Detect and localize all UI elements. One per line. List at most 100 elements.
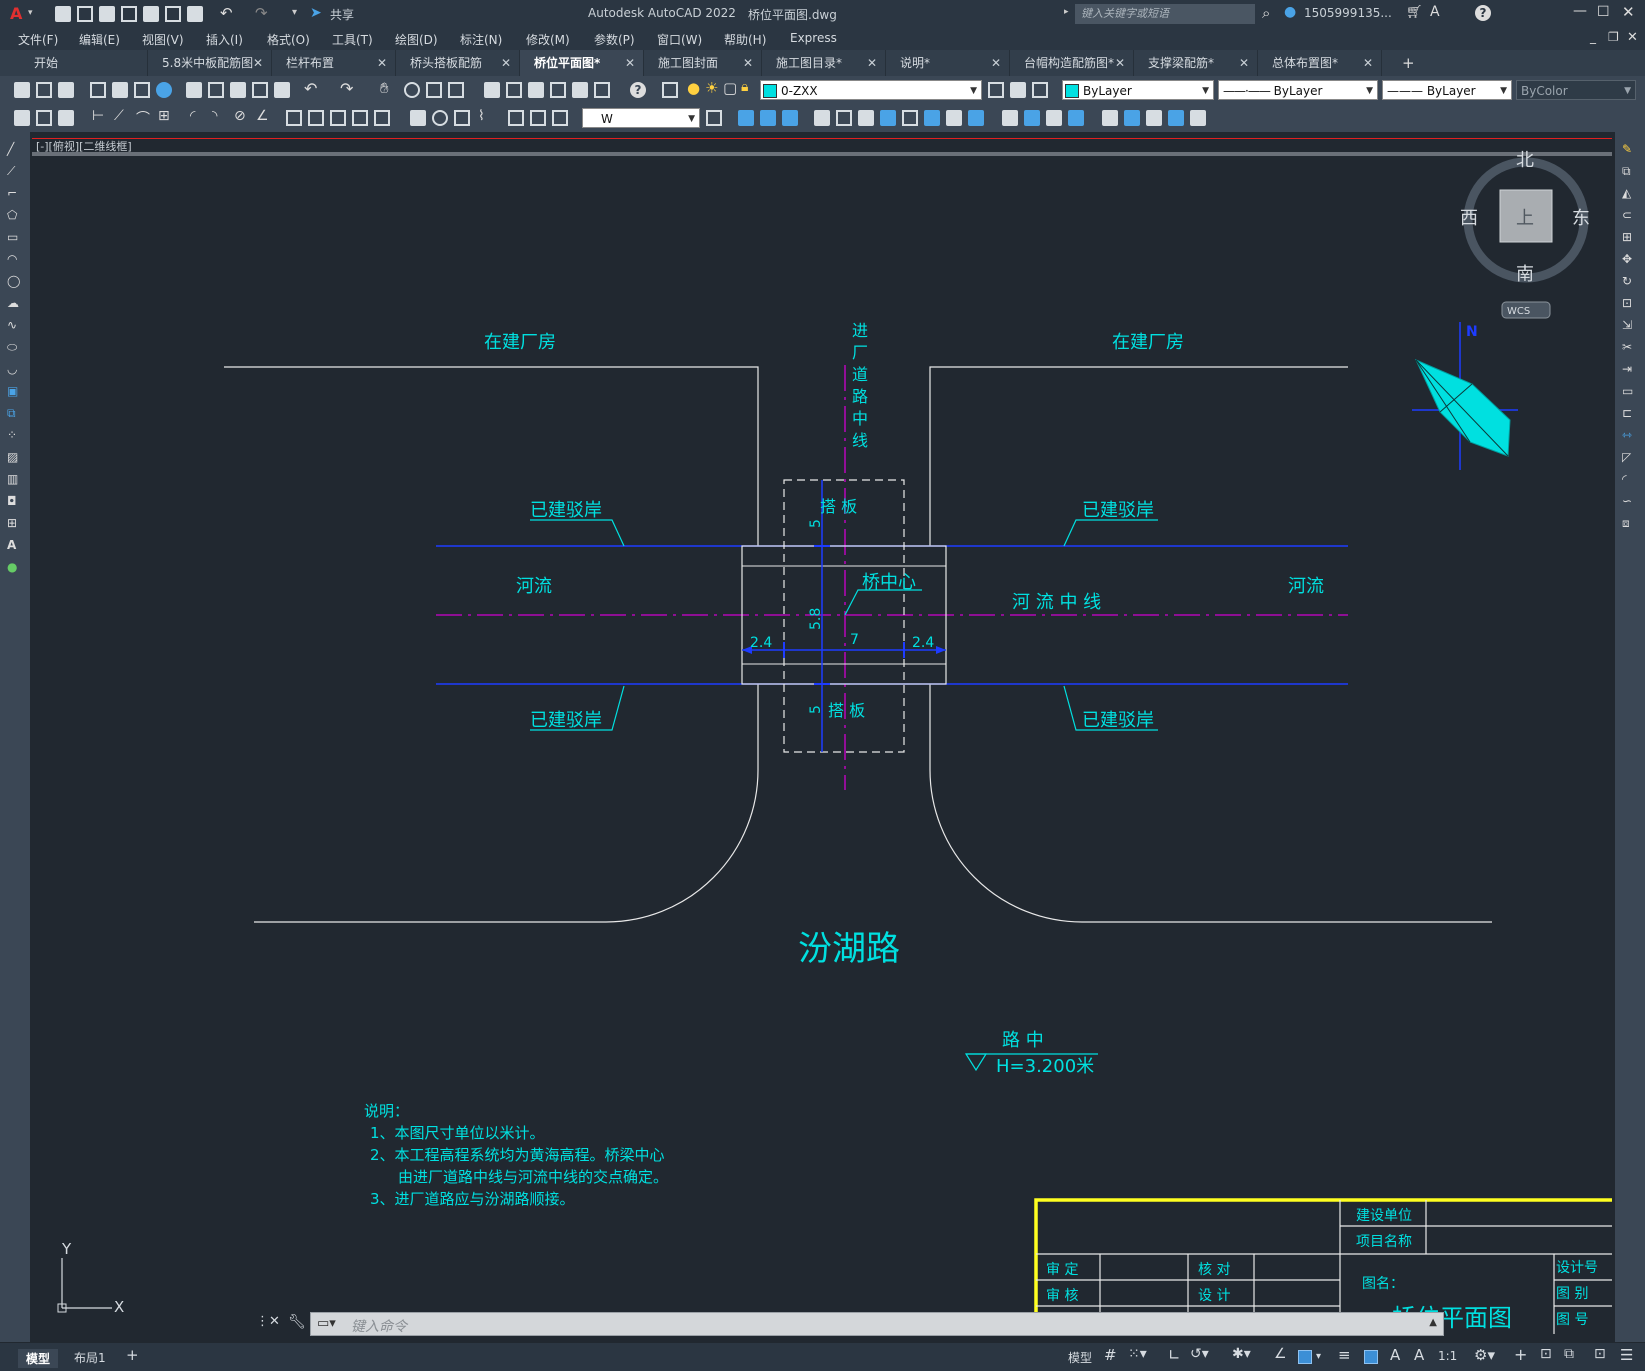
dim-edit-icon[interactable] xyxy=(508,110,524,126)
plot-icon[interactable] xyxy=(187,6,203,22)
grid-icon[interactable]: # xyxy=(1104,1346,1117,1364)
explode-icon[interactable]: ⧈ xyxy=(1622,516,1638,532)
search-input[interactable]: 键入关键字或短语 xyxy=(1075,4,1255,24)
add-layout-plus-icon[interactable]: + xyxy=(126,1346,139,1364)
tab-file[interactable]: 5.8米中板配筋图 ✕ xyxy=(148,50,272,76)
doc-minimize-icon[interactable]: _ xyxy=(1590,30,1596,44)
plotstyle-dropdown[interactable]: ByColor ▼ xyxy=(1516,80,1636,100)
blend-icon[interactable]: ∽ xyxy=(1622,494,1638,510)
extend-icon[interactable] xyxy=(968,110,984,126)
dim-ordinate-icon[interactable]: ⊞ xyxy=(158,108,170,124)
dim-space-icon[interactable] xyxy=(352,110,368,126)
dim-reassociate-icon[interactable] xyxy=(552,110,568,126)
maximize-icon[interactable]: ☐ xyxy=(1597,4,1610,20)
tab-layout1[interactable]: 布局1 xyxy=(74,1349,106,1366)
block-editor-icon[interactable] xyxy=(274,82,290,98)
layer-on-icon[interactable]: ● xyxy=(687,79,700,97)
jogged-linear-icon[interactable]: ⌇ xyxy=(478,108,485,124)
blend-icon[interactable] xyxy=(1102,110,1118,126)
menu-draw[interactable]: 绘图(D) xyxy=(395,31,438,48)
color-dropdown[interactable]: ByLayer ▼ xyxy=(1062,80,1214,100)
mtext-icon[interactable]: A xyxy=(7,538,23,554)
dim-linear-icon[interactable]: ⊢ xyxy=(92,108,104,124)
tab-close-icon[interactable]: ✕ xyxy=(625,50,635,76)
array-icon[interactable]: ⊞ xyxy=(1622,230,1638,246)
revcloud-icon[interactable]: ☁︎ xyxy=(7,296,23,312)
dim-arc-icon[interactable]: ⌒ xyxy=(136,108,150,128)
dim-jogged-icon[interactable]: ◝ xyxy=(212,108,217,124)
polar-icon[interactable]: ↺▾ xyxy=(1190,1346,1209,1362)
explode-icon[interactable] xyxy=(1124,110,1140,126)
rectangle-icon[interactable]: ▭ xyxy=(7,230,23,246)
save-as-icon[interactable] xyxy=(121,6,137,22)
menu-tools[interactable]: 工具(T) xyxy=(332,31,373,48)
tab-file[interactable]: 施工图封面 ✕ xyxy=(644,50,762,76)
search-expand-icon[interactable]: ▸ xyxy=(1064,7,1069,17)
tab-close-icon[interactable]: ✕ xyxy=(377,50,387,76)
hatchedit-icon[interactable] xyxy=(1190,110,1206,126)
polygon-icon[interactable]: ⬠ xyxy=(7,208,23,224)
app-logo[interactable]: A xyxy=(10,4,22,23)
open-file-icon[interactable] xyxy=(77,6,93,22)
layer-lock-icon[interactable]: 🔒︎ xyxy=(741,79,748,95)
offset-icon[interactable]: ⊂ xyxy=(1622,208,1638,224)
tab-close-icon[interactable]: ✕ xyxy=(1363,50,1373,76)
viewcube[interactable]: 上 北 南 东 西 WCS xyxy=(1460,150,1590,319)
customize-status-icon[interactable]: ☰ xyxy=(1620,1346,1633,1364)
units-icon[interactable]: ⊡ xyxy=(1540,1346,1552,1362)
mirror-icon[interactable]: ◭ xyxy=(1622,186,1638,202)
dim-override-icon[interactable] xyxy=(58,110,74,126)
tab-close-icon[interactable]: ✕ xyxy=(991,50,1001,76)
break-at-point-icon[interactable]: ▭ xyxy=(1622,384,1638,400)
customize-chevron-icon[interactable]: ▾ xyxy=(292,7,297,18)
insert-block-icon[interactable]: ▣ xyxy=(7,384,23,400)
scale-icon[interactable] xyxy=(902,110,918,126)
zoom-previous-icon[interactable] xyxy=(448,82,464,98)
menu-parametric[interactable]: 参数(P) xyxy=(594,31,635,48)
doc-close-icon[interactable]: ✕ xyxy=(1627,30,1638,45)
open-web-icon[interactable] xyxy=(143,6,159,22)
erase-icon[interactable]: ✎ xyxy=(1622,142,1638,158)
zoom-window-icon[interactable] xyxy=(426,82,442,98)
open-icon[interactable] xyxy=(36,82,52,98)
help-icon[interactable]: ? xyxy=(630,82,646,98)
gradient-icon[interactable]: ▥ xyxy=(7,472,23,488)
layer-viewport-icon[interactable]: ▢ xyxy=(723,79,737,97)
stretch-icon[interactable]: ⇲ xyxy=(1622,318,1638,334)
menu-modify[interactable]: 修改(M) xyxy=(526,31,570,48)
quick-properties-icon[interactable]: ⧉ xyxy=(1564,1346,1574,1362)
paste-icon[interactable] xyxy=(230,82,246,98)
text-style-manager-icon[interactable] xyxy=(706,110,722,126)
dim-angular-icon[interactable]: ∠ xyxy=(256,108,269,124)
hatch-icon[interactable]: ▨ xyxy=(7,450,23,466)
publish-icon[interactable] xyxy=(134,82,150,98)
menu-view[interactable]: 视图(V) xyxy=(142,31,184,48)
dim-update-icon[interactable] xyxy=(36,110,52,126)
redo-icon[interactable]: ↷ xyxy=(340,79,353,98)
dim-text-edit-icon[interactable] xyxy=(530,110,546,126)
cmdline-expand-icon[interactable]: ▲ xyxy=(1429,1317,1437,1328)
add-selected-icon[interactable]: ● xyxy=(7,560,23,576)
lineweight-icon[interactable]: ≡ xyxy=(1338,1346,1351,1364)
share-icon[interactable]: ➤ xyxy=(310,5,322,21)
trim-icon[interactable] xyxy=(946,110,962,126)
table-icon[interactable]: ⊞ xyxy=(7,516,23,532)
ellipse-icon[interactable]: ⬭ xyxy=(7,340,23,356)
annotation-visibility-icon[interactable] xyxy=(1364,1350,1378,1364)
chamfer-icon[interactable] xyxy=(1046,110,1062,126)
close-icon[interactable]: ✕ xyxy=(1622,3,1635,21)
copy-icon[interactable] xyxy=(208,82,224,98)
tab-file[interactable]: 支撑梁配筋* ✕ xyxy=(1134,50,1258,76)
dim-aligned-icon[interactable]: ⟋ xyxy=(114,108,124,124)
move-icon[interactable] xyxy=(858,110,874,126)
tab-file[interactable]: 台帽构造配筋图* ✕ xyxy=(1010,50,1134,76)
redo-icon[interactable]: ↷ xyxy=(255,4,268,22)
quickcalc-icon[interactable] xyxy=(594,82,610,98)
line-icon[interactable]: ╱ xyxy=(7,142,23,158)
quick-dim-icon[interactable] xyxy=(286,110,302,126)
minimize-icon[interactable]: — xyxy=(1573,3,1587,19)
break-icon[interactable] xyxy=(1002,110,1018,126)
layer-previous-icon[interactable] xyxy=(1032,82,1048,98)
extend-icon[interactable]: ⇥ xyxy=(1622,362,1638,378)
annotation-scale-value[interactable]: 1:1 xyxy=(1438,1349,1457,1363)
